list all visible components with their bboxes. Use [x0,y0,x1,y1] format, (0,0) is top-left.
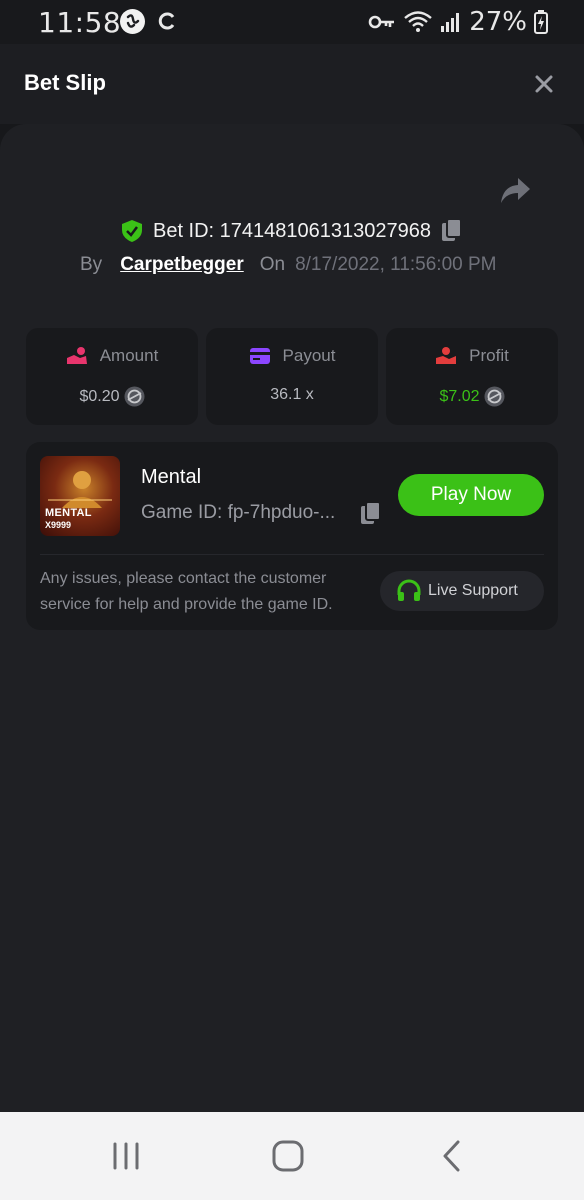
copy-game-id-button[interactable] [360,501,382,527]
recents-icon [113,1142,139,1170]
battery-charging-icon [534,10,548,34]
play-now-button[interactable]: Play Now [398,474,544,516]
share-icon [501,178,530,203]
username-link[interactable]: Carpetbegger [120,254,244,276]
status-right: 27% [368,6,548,38]
game-name: Mental [141,466,202,488]
stat-value: $0.20 [79,387,120,405]
status-time: 11:58 [38,6,122,39]
thumbnail-subtitle: X9999 [45,520,72,530]
help-text: Any issues, please contact the customer … [40,570,333,613]
sync-icon [156,10,178,32]
signal-icon [441,13,460,32]
by-label: By [80,254,103,275]
bet-id: Bet ID: 1741481061313027968 [152,219,432,242]
stat-profit: Profit $7.02 [386,328,558,425]
home-icon [272,1140,304,1172]
bet-id-row: Bet ID: 1741481061313027968 [0,218,584,244]
coin-icon [124,386,145,407]
live-support-label: Live Support [428,582,518,599]
game-card: MENTAL X9999 Mental Game ID: fp-7hpduo-.… [26,442,558,630]
verified-shield-icon [121,220,142,242]
share-button[interactable] [498,176,532,206]
stat-amount: Amount $0.20 [26,328,198,425]
copy-icon [361,501,381,524]
coin-icon [484,386,505,407]
stat-label: Profit [469,346,509,365]
back-icon [443,1140,460,1172]
bet-slip-header: Bet Slip [0,44,584,124]
card-icon [249,348,270,364]
wifi-icon [404,11,432,32]
stat-label: Payout [282,346,336,365]
home-button[interactable] [268,1138,308,1174]
hand-coins-icon [66,347,87,364]
close-button[interactable] [532,72,556,96]
stat-payout: Payout 36.1 x [206,328,378,425]
bet-meta-row: By Carpetbegger On 8/17/2022, 11:56:00 P… [80,254,497,276]
stat-value: $7.02 [439,387,480,405]
on-label: On [259,254,286,275]
stat-label: Amount [99,346,159,365]
vpn-key-icon [368,15,395,29]
system-nav-bar [0,1112,584,1200]
thumbnail-title: MENTAL [45,507,92,519]
page-title: Bet Slip [24,70,106,95]
live-support-button[interactable]: Live Support [380,571,544,611]
recents-button[interactable] [106,1138,146,1174]
stat-value: 36.1 x [270,386,314,403]
game-thumbnail[interactable]: MENTAL X9999 [40,456,120,536]
game-id: Game ID: fp-7hpduo-... [141,502,336,523]
bet-date: 8/17/2022, 11:56:00 PM [295,254,497,275]
back-button[interactable] [432,1138,472,1174]
close-icon [535,75,553,93]
link-app-icon [120,9,145,34]
copy-icon [442,218,463,241]
battery-percent: 27% [469,7,527,37]
copy-bet-id-button[interactable] [441,218,463,244]
status-bar: 11:58 27% [0,0,584,44]
headset-icon [397,579,421,601]
hand-money-icon [436,347,457,364]
divider [40,554,544,555]
